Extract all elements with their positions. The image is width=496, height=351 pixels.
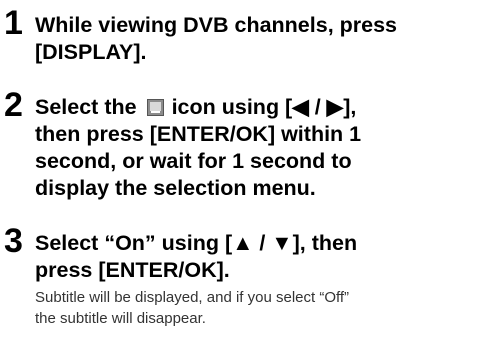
step-2-line-1: Select the icon using [◀ / ▶], bbox=[35, 94, 495, 121]
step-2-line-1-after: icon using [◀ / ▶], bbox=[171, 95, 357, 119]
step-2-line-1-before: Select the bbox=[35, 95, 137, 119]
step-1-line-1: While viewing DVB channels, press bbox=[35, 13, 398, 37]
step-1-line-2: [DISPLAY]. bbox=[35, 40, 147, 64]
subtitle-icon bbox=[146, 99, 164, 116]
step-2-number: 2 bbox=[4, 86, 23, 124]
step-3-text: Select “On” using [▲ / ▼], then press [E… bbox=[35, 230, 495, 284]
step-3-note-line-1: Subtitle will be displayed, and if you s… bbox=[35, 289, 350, 306]
step-2-line-3: second, or wait for 1 second to bbox=[35, 149, 352, 173]
step-3-line-2: press [ENTER/OK]. bbox=[35, 258, 230, 282]
step-2-line-4: display the selection menu. bbox=[35, 176, 316, 200]
step-1-number: 1 bbox=[4, 4, 23, 42]
step-2-text: Select the icon using [◀ / ▶], then press… bbox=[35, 94, 495, 202]
step-3-line-1: Select “On” using [▲ / ▼], then bbox=[35, 231, 358, 255]
step-3-note-line-2: the subtitle will disappear. bbox=[35, 310, 206, 327]
step-2-line-2: then press [ENTER/OK] within 1 bbox=[35, 122, 362, 146]
step-3-number: 3 bbox=[4, 222, 23, 260]
step-3-note: Subtitle will be displayed, and if you s… bbox=[35, 287, 495, 329]
step-1-text: While viewing DVB channels, press [DISPL… bbox=[35, 12, 495, 66]
